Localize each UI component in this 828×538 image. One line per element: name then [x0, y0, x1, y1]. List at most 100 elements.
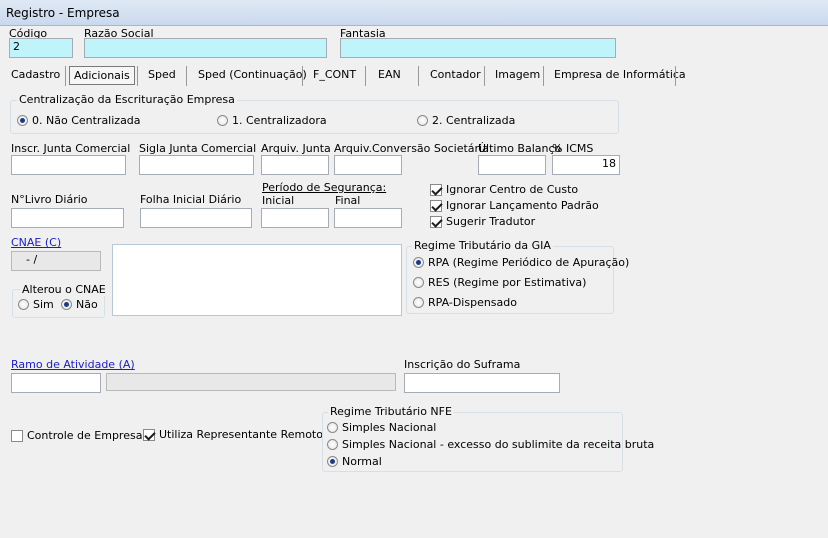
arquiv-conversao-input[interactable] [334, 155, 402, 175]
periodo-final-input[interactable] [334, 208, 402, 228]
radio-centralizadora[interactable]: 1. Centralizadora [217, 114, 327, 127]
radio-centralizada[interactable]: 2. Centralizada [417, 114, 515, 127]
inscr-junta-label: Inscr. Junta Comercial [11, 142, 131, 155]
radio-label: RES (Regime por Estimativa) [428, 276, 587, 289]
ultimo-balanco-label: Último Balanço [478, 142, 562, 155]
tab-separator [418, 66, 419, 86]
radio-label: Não [76, 298, 98, 311]
ignorar-lancamento-checkbox[interactable]: Ignorar Lançamento Padrão [430, 199, 599, 212]
ignorar-centro-custo-checkbox[interactable]: Ignorar Centro de Custo [430, 183, 578, 196]
radio-alterou-sim[interactable]: Sim [18, 298, 54, 311]
radio-label: Sim [33, 298, 54, 311]
inscr-junta-input[interactable] [11, 155, 126, 175]
centralizacao-title: Centralização da Escrituração Empresa [17, 93, 237, 106]
icms-label: % ICMS [552, 142, 594, 155]
checkbox-label: Ignorar Centro de Custo [446, 183, 579, 196]
checkbox-label: Ignorar Lançamento Padrão [446, 199, 599, 212]
tab-sped-continuacao[interactable]: Sped (Continuação) [198, 68, 307, 81]
controle-empresa-checkbox[interactable]: Controle de Empresa [11, 429, 142, 442]
ramo-atividade-link[interactable]: Ramo de Atividade (A) [11, 358, 135, 371]
radio-nao-centralizada[interactable]: 0. Não Centralizada [17, 114, 141, 127]
ramo-atividade-code-input[interactable] [11, 373, 101, 393]
radio-indicator [413, 277, 424, 288]
checkbox-indicator [11, 429, 23, 442]
sugerir-tradutor-checkbox[interactable]: Sugerir Tradutor [430, 215, 535, 228]
radio-indicator [327, 422, 338, 433]
razao-social-input[interactable] [84, 38, 327, 58]
title-bar: Registro - Empresa [0, 0, 828, 26]
tab-contador[interactable]: Contador [430, 68, 481, 81]
nlivro-label: N°Livro Diário [11, 193, 88, 206]
radio-nfe-simples-excesso[interactable]: Simples Nacional - excesso do sublimite … [327, 438, 654, 451]
radio-gia-rpa-dispensado[interactable]: RPA-Dispensado [413, 296, 517, 309]
radio-indicator [413, 297, 424, 308]
folha-inicial-input[interactable] [140, 208, 252, 228]
tab-imagem[interactable]: Imagem [495, 68, 540, 81]
radio-indicator [18, 299, 29, 310]
tab-separator [484, 66, 485, 86]
tab-adicionais[interactable]: Adicionais [69, 66, 135, 85]
radio-label: Simples Nacional - excesso do sublimite … [342, 438, 655, 451]
cnae-link[interactable]: CNAE (C) [11, 236, 61, 249]
sigla-junta-label: Sigla Junta Comercial [139, 142, 257, 155]
radio-label: 1. Centralizadora [232, 114, 327, 127]
periodo-inicial-input[interactable] [261, 208, 329, 228]
periodo-final-label: Final [335, 194, 361, 207]
checkbox-label: Controle de Empresa [27, 429, 143, 442]
radio-label: Normal [342, 455, 382, 468]
checkbox-label: Sugerir Tradutor [446, 215, 536, 228]
radio-indicator [327, 439, 338, 450]
folha-inicial-label: Folha Inicial Diário [140, 193, 242, 206]
tab-separator [365, 66, 366, 86]
checkbox-label: Utiliza Representante Remoto [159, 428, 323, 441]
tab-cadastro[interactable]: Cadastro [11, 68, 60, 81]
radio-nfe-simples[interactable]: Simples Nacional [327, 421, 436, 434]
arquiv-junta-label: Arquiv. Junta [261, 142, 331, 155]
fantasia-input[interactable] [340, 38, 616, 58]
radio-alterou-nao[interactable]: Não [61, 298, 98, 311]
icms-input[interactable]: 18 [552, 155, 620, 175]
radio-indicator [61, 299, 72, 310]
tab-f-cont[interactable]: F_CONT [313, 68, 356, 81]
radio-label: RPA (Regime Periódico de Apuração) [428, 256, 630, 269]
sigla-junta-input[interactable] [139, 155, 254, 175]
tab-separator [302, 66, 303, 86]
cnae-description-box[interactable] [112, 244, 402, 316]
nfe-title: Regime Tributário NFE [328, 405, 454, 418]
radio-indicator [413, 257, 424, 268]
tab-separator [65, 66, 66, 86]
radio-label: 2. Centralizada [432, 114, 516, 127]
tab-empresa-informatica[interactable]: Empresa de Informática [554, 68, 686, 81]
radio-label: RPA-Dispensado [428, 296, 517, 309]
periodo-inicial-label: Inicial [262, 194, 295, 207]
tab-separator [137, 66, 138, 86]
tab-sped[interactable]: Sped [148, 68, 176, 81]
nlivro-input[interactable] [11, 208, 124, 228]
suframa-input[interactable] [404, 373, 560, 393]
tab-ean[interactable]: EAN [378, 68, 401, 81]
periodo-seguranca-label: Período de Segurança: [262, 181, 387, 194]
window-title: Registro - Empresa [6, 6, 120, 20]
ramo-atividade-description[interactable] [106, 373, 396, 391]
suframa-label: Inscrição do Suframa [404, 358, 521, 371]
radio-indicator [217, 115, 228, 126]
checkbox-indicator [143, 428, 155, 441]
cnae-code-field[interactable]: - / [11, 251, 101, 271]
radio-label: 0. Não Centralizada [32, 114, 141, 127]
radio-indicator [417, 115, 428, 126]
tab-separator [675, 66, 676, 86]
utiliza-representante-checkbox[interactable]: Utiliza Representante Remoto [143, 428, 323, 441]
arquiv-junta-input[interactable] [261, 155, 329, 175]
ultimo-balanco-input[interactable] [478, 155, 546, 175]
radio-gia-res[interactable]: RES (Regime por Estimativa) [413, 276, 586, 289]
tab-separator [186, 66, 187, 86]
codigo-input[interactable]: 2 [9, 38, 73, 58]
radio-nfe-normal[interactable]: Normal [327, 455, 382, 468]
arquiv-conversao-label: Arquiv.Conversão Societária [334, 142, 489, 155]
gia-title: Regime Tributário da GIA [412, 239, 553, 252]
radio-gia-rpa[interactable]: RPA (Regime Periódico de Apuração) [413, 256, 629, 269]
checkbox-indicator [430, 199, 442, 212]
radio-indicator [327, 456, 338, 467]
tab-bar: Cadastro Adicionais Sped Sped (Continuaç… [0, 64, 828, 88]
radio-indicator [17, 115, 28, 126]
